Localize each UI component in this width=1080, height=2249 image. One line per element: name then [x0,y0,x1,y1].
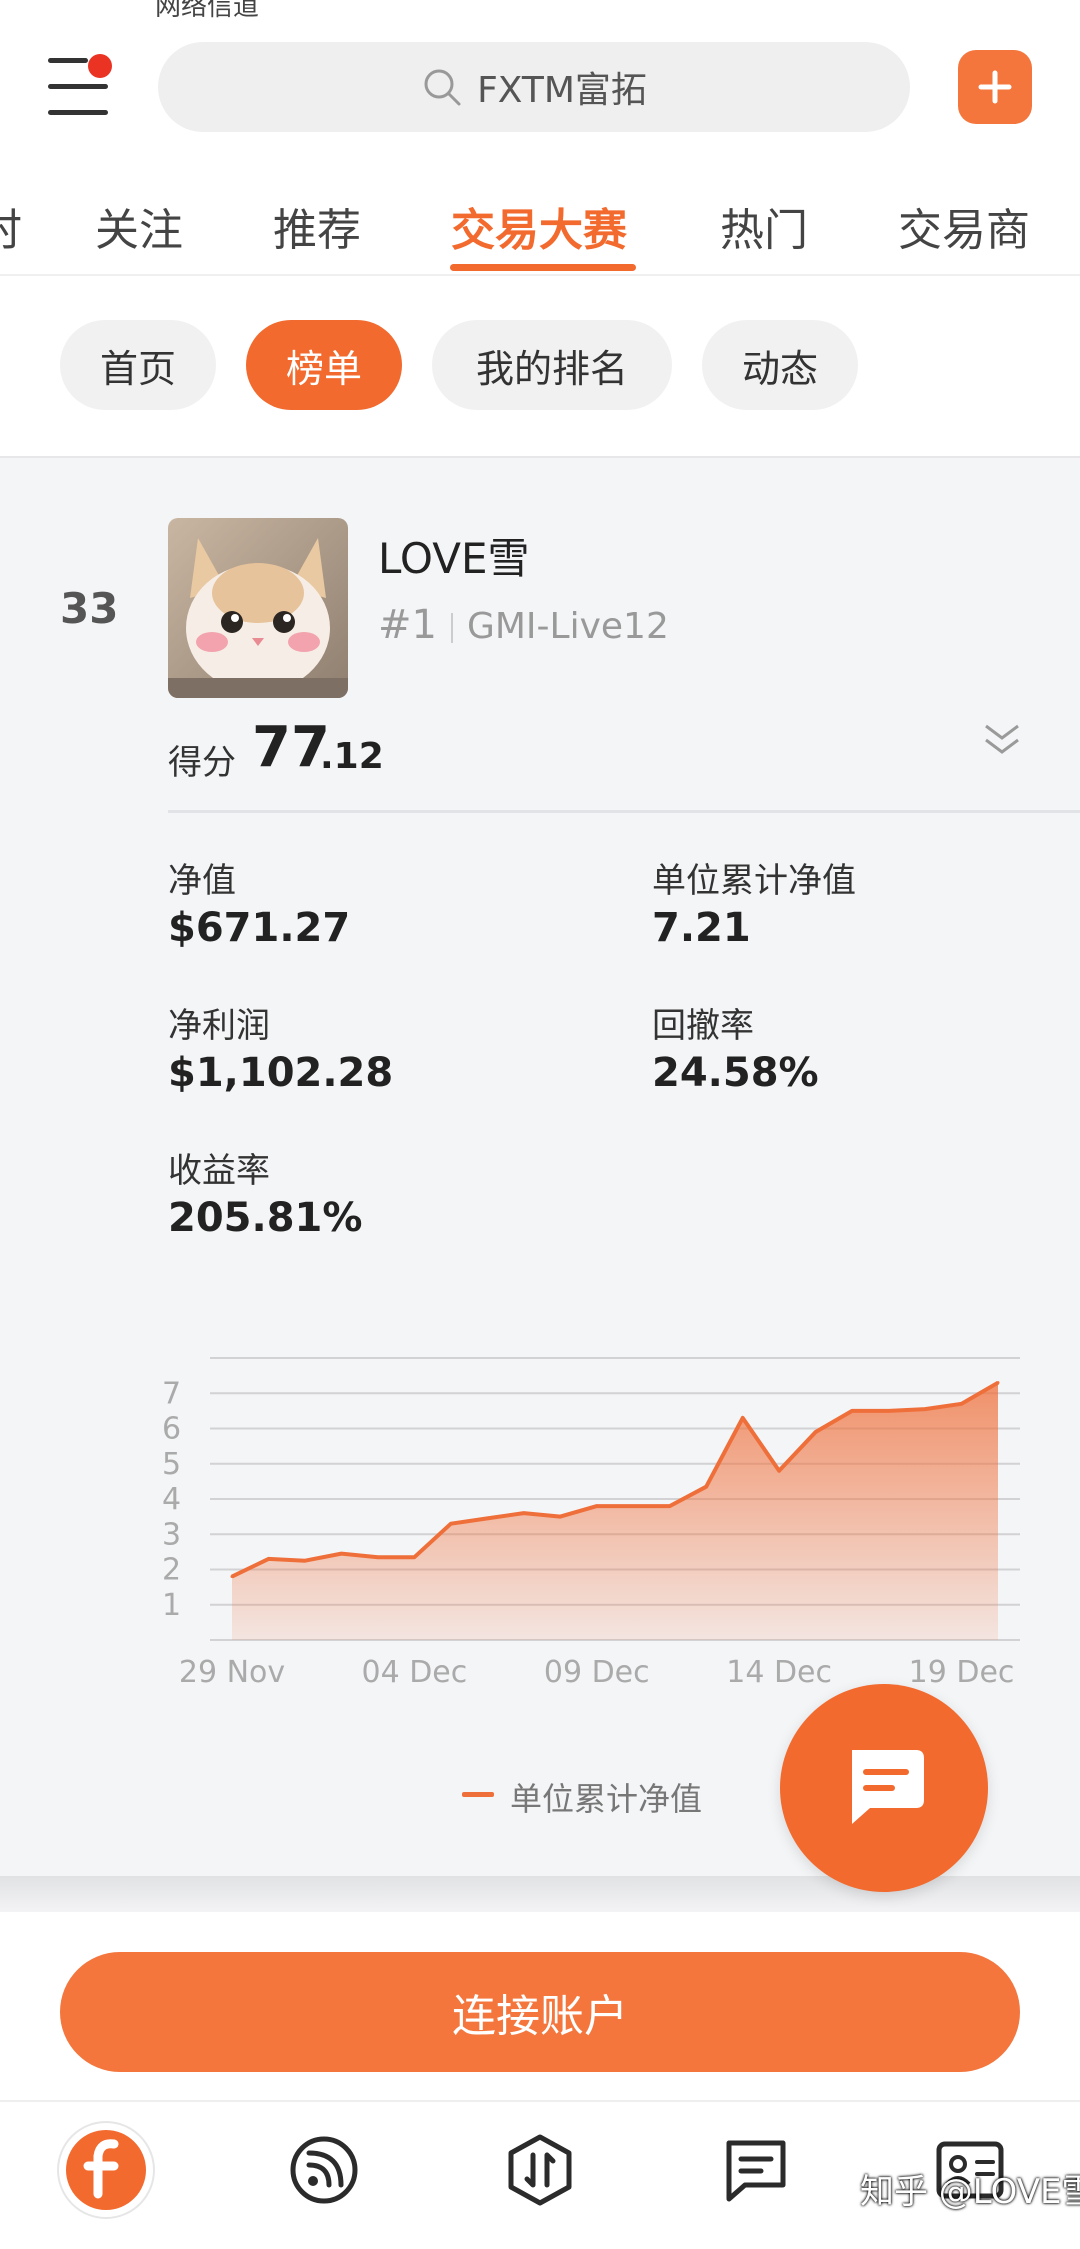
notification-dot [88,54,112,78]
data-point [777,1469,781,1473]
app-logo-icon [57,2121,155,2219]
avatar[interactable] [168,518,348,698]
nav-messages[interactable] [706,2120,806,2220]
user-hash-rank: #1 [378,602,437,648]
connect-account-button[interactable]: 连接账户 [60,1952,1020,2072]
drawdown-value: 24.58% [652,1050,819,1096]
y-tick-label: 3 [162,1517,181,1552]
data-point [449,1522,453,1526]
data-point [960,1402,964,1406]
trade-exchange-icon [508,2134,572,2206]
return-value: 205.81% [168,1195,363,1241]
score-integer: 77 [252,715,330,780]
y-tick-label: 6 [162,1412,181,1447]
legend-swatch [462,1792,494,1797]
data-point [339,1552,343,1556]
tab-following[interactable]: 关注 [95,194,183,258]
subtab-leaderboard[interactable]: 榜单 [246,320,402,410]
active-tab-indicator [450,264,636,271]
area-fill [232,1382,998,1640]
divider-pipe [450,613,453,643]
y-tick-label: 7 [162,1376,181,1411]
x-tick-label: 09 Dec [544,1655,650,1690]
rss-icon [290,2136,358,2204]
data-point [376,1555,380,1559]
nav-feed[interactable] [274,2120,374,2220]
plus-icon [978,70,1012,104]
x-tick-label: 19 Dec [909,1655,1015,1690]
y-tick-label: 1 [162,1588,181,1623]
tab-partial[interactable]: 时 [0,194,22,258]
unit-nav-value: 7.21 [652,905,751,951]
expand-button[interactable] [982,722,1022,758]
y-tick-label: 2 [162,1553,181,1588]
menu-icon-bar [48,84,108,89]
data-point [668,1504,672,1508]
main-tabs: 时 关注 推荐 交易大赛 热门 交易商 [0,182,1080,276]
score-label: 得分 [168,743,236,783]
score-decimal: .12 [320,736,384,777]
nav-trade[interactable] [490,2120,590,2220]
card-divider [168,810,1080,813]
x-tick-label: 04 Dec [361,1655,467,1690]
tab-trading-contest[interactable]: 交易大赛 [451,194,627,258]
data-point [996,1381,1000,1385]
tab-hot[interactable]: 热门 [720,194,808,258]
subtab-activity[interactable]: 动态 [702,320,858,410]
data-point [704,1485,708,1489]
status-fragment: 网络信道 [155,0,260,22]
data-point [814,1430,818,1434]
add-button[interactable] [958,50,1032,124]
double-chevron-down-icon [985,724,1019,754]
account-name: GMI-Live12 [466,606,669,647]
search-placeholder: FXTM富拓 [477,70,647,111]
nav-area-chart: 1234567 29 Nov 04 Dec 09 Dec 14 Dec 19 Dec [162,1357,1020,1690]
drawdown-label: 回撤率 [652,1006,754,1046]
net-value: $671.27 [168,905,351,951]
rank-number: 33 [60,584,119,633]
net-profit-value: $1,102.28 [168,1050,394,1096]
x-tick-label: 14 Dec [726,1655,832,1690]
subtab-home[interactable]: 首页 [60,320,216,410]
message-icon [726,2140,786,2202]
username[interactable]: LOVE雪 [378,525,530,586]
data-point [595,1504,599,1508]
watermark: 知乎 @LOVE雪 [860,2172,1080,2212]
legend-label: 单位累计净值 [510,1780,703,1818]
chat-bubble-icon [852,1750,924,1824]
net-profit-label: 净利润 [168,1006,270,1046]
data-point [412,1555,416,1559]
return-label: 收益率 [168,1151,270,1191]
nav-home[interactable] [56,2120,156,2220]
user-subtitle: #1 GMI-Live12 [378,602,669,648]
data-point [485,1516,489,1520]
tab-brokers[interactable]: 交易商 [898,194,1030,258]
search-icon [424,69,461,106]
menu-icon-bar [48,110,108,115]
search-input[interactable]: FXTM富拓 [158,42,910,132]
data-point [522,1511,526,1515]
data-point [887,1409,891,1413]
data-point [303,1559,307,1563]
cat-avatar-image [168,518,348,698]
subtab-my-rank[interactable]: 我的排名 [432,320,672,410]
x-tick-label: 29 Nov [179,1655,285,1690]
data-point [266,1557,270,1561]
data-point [230,1575,234,1579]
data-point [631,1504,635,1508]
data-point [741,1416,745,1420]
menu-icon-bar [48,58,88,63]
net-value-label: 净值 [168,861,236,901]
data-point [558,1515,562,1519]
data-point [923,1407,927,1411]
menu-button[interactable] [48,54,112,116]
data-point [850,1409,854,1413]
unit-nav-label: 单位累计净值 [652,861,856,901]
y-tick-label: 5 [162,1447,181,1482]
tab-recommended[interactable]: 推荐 [273,194,361,258]
y-tick-label: 4 [162,1482,181,1517]
chat-fab-button[interactable] [780,1684,988,1892]
